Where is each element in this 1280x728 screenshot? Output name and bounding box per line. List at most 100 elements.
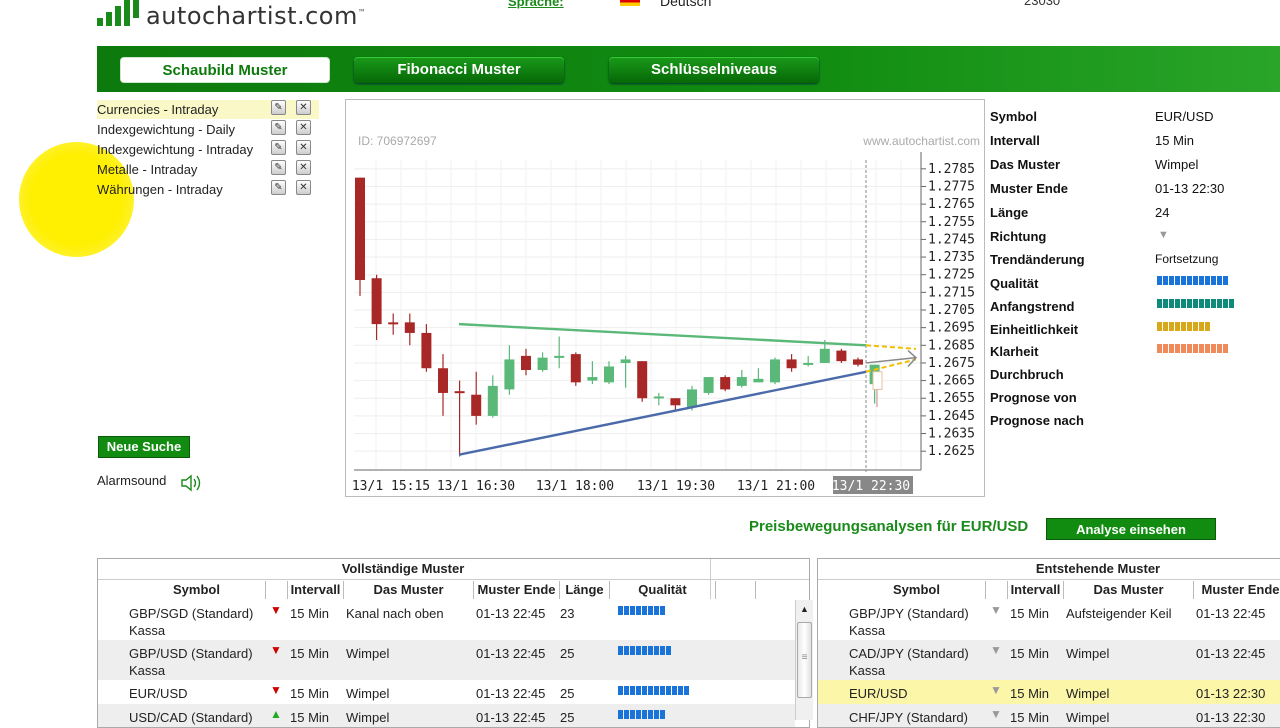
cell-pattern-end: 01-13 22:45 — [1196, 606, 1266, 621]
edit-icon[interactable]: ✎ — [271, 120, 286, 135]
quality-segment — [654, 686, 659, 695]
edit-icon[interactable]: ✎ — [271, 100, 286, 115]
col-extra[interactable] — [756, 581, 794, 599]
candle-body — [355, 177, 365, 280]
col-direction[interactable] — [986, 581, 1008, 599]
col-symbol[interactable]: Symbol — [128, 581, 266, 599]
quality-segment — [660, 686, 665, 695]
delete-icon[interactable]: ✕ — [296, 100, 311, 115]
col-interval[interactable]: Intervall — [288, 581, 344, 599]
candle-body — [487, 385, 498, 416]
candle-body — [371, 278, 382, 325]
y-tick-label: 1.2705 — [928, 303, 975, 318]
col-pattern[interactable]: Das Muster — [344, 581, 474, 599]
forecast-arrow-icon — [865, 350, 918, 367]
language-value[interactable]: Deutsch — [660, 0, 711, 9]
quality-segment — [1187, 322, 1192, 331]
quality-segment — [1169, 322, 1174, 331]
cell-symbol: USD/CAD (Standard) — [129, 710, 253, 725]
quality-segment — [642, 686, 647, 695]
col-symbol[interactable]: Symbol — [848, 581, 986, 599]
detail-label: Durchbruch — [990, 367, 1064, 382]
quality-segment — [666, 686, 671, 695]
y-tick-label: 1.2725 — [928, 268, 975, 283]
quality-segment — [618, 686, 623, 695]
scroll-thumb[interactable]: ≡ — [797, 622, 812, 698]
quality-segment — [1169, 299, 1174, 308]
quality-bar — [618, 643, 672, 658]
detail-value: 24 — [1155, 205, 1170, 220]
candle-body — [853, 359, 863, 365]
edit-icon[interactable]: ✎ — [271, 160, 286, 175]
col-pattern-end[interactable]: Muster Ende — [474, 581, 560, 599]
delete-icon[interactable]: ✕ — [296, 120, 311, 135]
cell-symbol: GBP/USD (Standard) — [129, 646, 253, 661]
quality-segment — [618, 606, 623, 615]
detail-value: EUR/USD — [1155, 109, 1214, 124]
quality-segment — [1205, 299, 1210, 308]
tab-key-levels[interactable]: Schlüsselniveaus — [609, 57, 819, 83]
col-pattern[interactable]: Das Muster — [1064, 581, 1194, 599]
cell-interval: 15 Min — [290, 646, 330, 661]
candle-body — [819, 348, 830, 363]
completed-patterns-table: Vollständige Muster Symbol Intervall Das… — [97, 558, 810, 728]
quality-segment — [1193, 322, 1198, 331]
quality-segment — [1187, 299, 1192, 308]
new-search-button[interactable]: Neue Suche — [98, 436, 190, 458]
quality-segment — [666, 646, 671, 655]
clarity-bar — [1157, 341, 1229, 353]
view-analysis-button[interactable]: Analyse einsehen — [1046, 518, 1216, 540]
quality-segment — [684, 686, 689, 695]
speaker-icon[interactable] — [180, 473, 202, 493]
candle-body — [554, 355, 565, 358]
quality-segment — [636, 646, 641, 655]
scroll-up-icon[interactable]: ▲ — [796, 600, 813, 618]
quality-segment — [1223, 299, 1228, 308]
cell-length: 25 — [560, 710, 575, 725]
detail-label: Richtung — [990, 229, 1047, 244]
cell-pattern: Wimpel — [1066, 686, 1110, 701]
detail-value: Fortsetzung — [1155, 252, 1219, 266]
detail-label: Einheitlichkeit — [990, 322, 1079, 337]
col-extra[interactable] — [716, 581, 756, 599]
quality-segment — [630, 646, 635, 655]
y-tick-label: 1.2675 — [928, 356, 975, 371]
x-tick-label: 13/1 22:30 — [832, 479, 910, 494]
tab-fibonacci-patterns[interactable]: Fibonacci Muster — [354, 57, 564, 83]
detail-label: Länge — [990, 205, 1029, 220]
language-link[interactable]: Sprache: — [508, 0, 564, 9]
candle-body — [587, 377, 598, 381]
quality-segment — [654, 646, 659, 655]
edit-icon[interactable]: ✎ — [271, 180, 286, 195]
delete-icon[interactable]: ✕ — [296, 140, 311, 155]
quality-segment — [1223, 276, 1228, 285]
quality-segment — [1205, 344, 1210, 353]
delete-icon[interactable]: ✕ — [296, 160, 311, 175]
col-direction[interactable] — [266, 581, 288, 599]
candle-body — [736, 377, 747, 386]
quality-segment — [630, 686, 635, 695]
col-length[interactable]: Länge — [560, 581, 610, 599]
col-interval[interactable]: Intervall — [1008, 581, 1064, 599]
table-scrollbar[interactable]: ▲ ≡ — [795, 600, 813, 720]
y-tick-label: 1.2625 — [928, 444, 975, 459]
quality-segment — [1175, 344, 1180, 353]
col-quality[interactable]: Qualität — [610, 581, 716, 599]
table-row[interactable] — [98, 680, 795, 704]
cell-length: 23 — [560, 606, 575, 621]
col-pattern-end[interactable]: Muster Ende — [1194, 581, 1280, 599]
quality-segment — [1199, 344, 1204, 353]
cell-pattern: Wimpel — [346, 646, 390, 661]
cell-length: 25 — [560, 686, 575, 701]
edit-icon[interactable]: ✎ — [271, 140, 286, 155]
detail-label: Anfangstrend — [990, 299, 1075, 314]
quality-bar — [1157, 273, 1229, 285]
tab-chart-patterns[interactable]: Schaubild Muster — [120, 57, 330, 83]
delete-icon[interactable]: ✕ — [296, 180, 311, 195]
candle-body — [438, 368, 448, 393]
candle-body — [670, 398, 681, 406]
quality-segment — [1211, 276, 1216, 285]
cell-pattern: Wimpel — [346, 710, 390, 725]
cell-symbol: GBP/JPY (Standard) — [849, 606, 969, 621]
detail-label: Klarheit — [990, 344, 1039, 359]
